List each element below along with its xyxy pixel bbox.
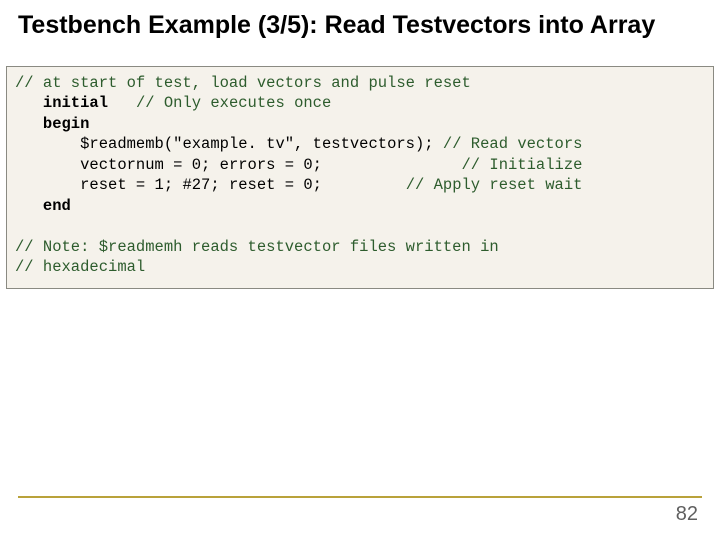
- comment-line: // at start of test, load vectors and pu…: [15, 74, 471, 92]
- code-stmt: $readmemb("example. tv", testvectors);: [80, 135, 433, 153]
- page-number: 82: [676, 503, 698, 526]
- keyword-initial: initial: [43, 94, 108, 112]
- comment-line: // Apply reset wait: [406, 176, 583, 194]
- code-block: // at start of test, load vectors and pu…: [6, 66, 714, 289]
- code-stmt: reset = 1; #27; reset = 0;: [80, 176, 322, 194]
- code-stmt: vectornum = 0; errors = 0;: [80, 156, 322, 174]
- code-content: // at start of test, load vectors and pu…: [15, 73, 705, 278]
- comment-line: // hexadecimal: [15, 258, 145, 276]
- keyword-begin: begin: [43, 115, 90, 133]
- comment-line: // Initialize: [462, 156, 583, 174]
- page-title: Testbench Example (3/5): Read Testvector…: [18, 10, 702, 40]
- slide: Testbench Example (3/5): Read Testvector…: [0, 0, 720, 540]
- comment-line: // Note: $readmemh reads testvector file…: [15, 238, 499, 256]
- keyword-end: end: [43, 197, 71, 215]
- comment-line: // Read vectors: [443, 135, 583, 153]
- footer-rule: [18, 496, 702, 498]
- comment-line: // Only executes once: [136, 94, 331, 112]
